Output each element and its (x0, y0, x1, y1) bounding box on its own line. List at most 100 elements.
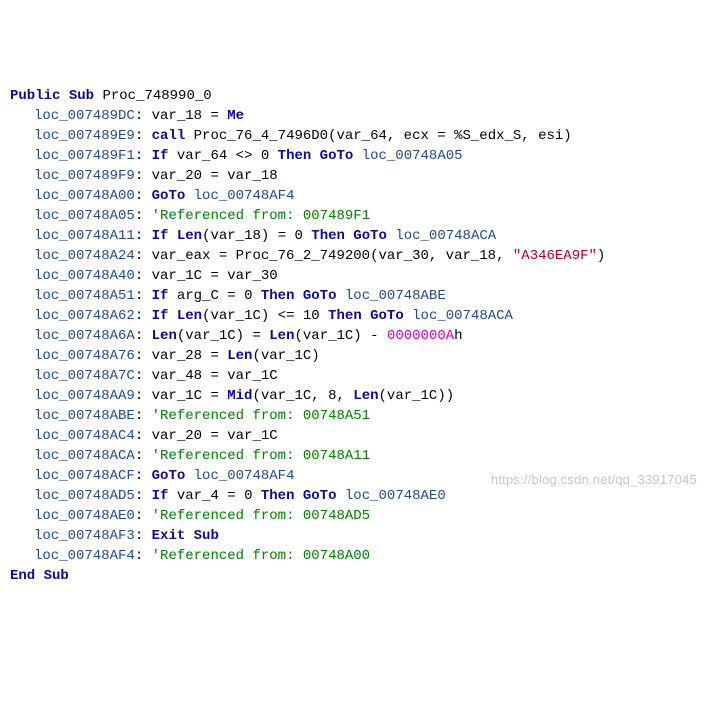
code-line: loc_00748A00: GoTo loc_00748AF4 (10, 186, 701, 206)
code-token: loc_007489E9 (34, 128, 135, 144)
code-token: : (135, 188, 152, 204)
code-token: loc_00748A51 (34, 288, 135, 304)
code-token: Then GoTo (261, 488, 337, 504)
code-token: Me (227, 108, 244, 124)
code-token: loc_00748ABE (345, 288, 446, 304)
code-line: loc_00748AA9: var_1C = Mid(var_1C, 8, Le… (10, 386, 701, 406)
code-token: GoTo (152, 188, 186, 204)
code-token: loc_00748A05 (34, 208, 135, 224)
code-line: loc_007489F9: var_20 = var_18 (10, 166, 701, 186)
code-token: Sub (69, 88, 94, 104)
code-token: : (135, 548, 152, 564)
code-token: : (135, 408, 152, 424)
code-token: Public (10, 88, 60, 104)
code-token: loc_007489F1 (34, 148, 135, 164)
code-token: "A346EA9F" (513, 248, 597, 264)
code-token: loc_00748AA9 (34, 388, 135, 404)
code-line: loc_00748AF3: Exit Sub (10, 526, 701, 546)
code-token: loc_00748ACA (395, 228, 496, 244)
code-token: 'Referenced from: 00748A00 (152, 548, 370, 564)
code-line: loc_00748A51: If arg_C = 0 Then GoTo loc… (10, 286, 701, 306)
code-line: loc_007489F1: If var_64 <> 0 Then GoTo l… (10, 146, 701, 166)
code-token: Then GoTo (311, 228, 387, 244)
code-token: loc_00748ACA (412, 308, 513, 324)
code-token: : (135, 328, 152, 344)
code-token: Proc_76_4_7496D0(var_64, ecx = %S_edx_S,… (185, 128, 571, 144)
code-token: Len (227, 348, 252, 364)
code-token: (var_1C) (252, 348, 319, 364)
code-token: If (152, 148, 169, 164)
code-token: 'Referenced from: 007489F1 (152, 208, 370, 224)
code-token: loc_00748A7C (34, 368, 135, 384)
code-token: loc_00748AF4 (34, 548, 135, 564)
code-token: : (135, 288, 152, 304)
code-line: loc_00748A7C: var_48 = var_1C (10, 366, 701, 386)
code-token: Len (269, 328, 294, 344)
code-token: loc_00748AF3 (34, 528, 135, 544)
code-token: : (135, 448, 152, 464)
code-token: Then GoTo (261, 288, 337, 304)
code-token: var_4 = 0 (168, 488, 260, 504)
code-token: : var_20 = var_1C (135, 428, 278, 444)
code-line: loc_00748ABE: 'Referenced from: 00748A51 (10, 406, 701, 426)
code-token (337, 288, 345, 304)
code-token: (var_1C)) (379, 388, 455, 404)
code-token: loc_00748AF4 (194, 468, 295, 484)
code-token: 0000000A (387, 328, 454, 344)
code-token: Then GoTo (328, 308, 404, 324)
code-token: (var_1C) = (177, 328, 269, 344)
code-token: 'Referenced from: 00748A51 (152, 408, 370, 424)
code-line: loc_00748A6A: Len(var_1C) = Len(var_1C) … (10, 326, 701, 346)
code-token: loc_007489DC (34, 108, 135, 124)
code-token: loc_00748AE0 (34, 508, 135, 524)
code-line: loc_00748A24: var_eax = Proc_76_2_749200… (10, 246, 701, 266)
code-token: : (135, 488, 152, 504)
code-token: Len (177, 308, 202, 324)
code-token: Mid (227, 388, 252, 404)
code-token: : (135, 308, 152, 324)
code-token: : (135, 468, 152, 484)
code-token: (var_1C) <= 10 (202, 308, 328, 324)
code-line: loc_00748AC4: var_20 = var_1C (10, 426, 701, 446)
code-line: loc_00748AF4: 'Referenced from: 00748A00 (10, 546, 701, 566)
code-token: : var_1C = (135, 388, 227, 404)
code-line: loc_00748A11: If Len(var_18) = 0 Then Go… (10, 226, 701, 246)
code-token: : (135, 148, 152, 164)
code-token: : var_1C = var_30 (135, 268, 278, 284)
code-token: End Sub (10, 568, 69, 584)
code-token: Exit Sub (152, 528, 219, 544)
code-line: loc_007489DC: var_18 = Me (10, 106, 701, 126)
code-token: : (135, 228, 152, 244)
code-token: Len (353, 388, 378, 404)
code-line: loc_00748A62: If Len(var_1C) <= 10 Then … (10, 306, 701, 326)
code-token: : var_18 = (135, 108, 227, 124)
code-token (185, 468, 193, 484)
code-line: Public Sub Proc_748990_0 (10, 86, 701, 106)
code-token: loc_00748A24 (34, 248, 135, 264)
code-token: Len (152, 328, 177, 344)
code-token: ) (597, 248, 605, 264)
code-token: loc_00748AD5 (34, 488, 135, 504)
code-line: loc_00748A05: 'Referenced from: 007489F1 (10, 206, 701, 226)
code-token: : (135, 208, 152, 224)
code-token (168, 228, 176, 244)
code-line: loc_00748ACA: 'Referenced from: 00748A11 (10, 446, 701, 466)
code-token: loc_00748ACF (34, 468, 135, 484)
code-token (168, 308, 176, 324)
code-token: loc_00748A11 (34, 228, 135, 244)
code-token: loc_00748AF4 (194, 188, 295, 204)
code-token: : var_28 = (135, 348, 227, 364)
code-token: loc_007489F9 (34, 168, 135, 184)
code-token: call (152, 128, 186, 144)
code-token: loc_00748AE0 (345, 488, 446, 504)
code-token: loc_00748A40 (34, 268, 135, 284)
code-token: Proc_748990_0 (94, 88, 212, 104)
code-token: 'Referenced from: 00748A11 (152, 448, 370, 464)
code-token: loc_00748A76 (34, 348, 135, 364)
code-token: If (152, 288, 169, 304)
code-token (404, 308, 412, 324)
code-token (185, 188, 193, 204)
code-token: 'Referenced from: 00748AD5 (152, 508, 370, 524)
code-listing: Public Sub Proc_748990_0loc_007489DC: va… (10, 86, 701, 586)
code-token: var_64 <> 0 (168, 148, 277, 164)
